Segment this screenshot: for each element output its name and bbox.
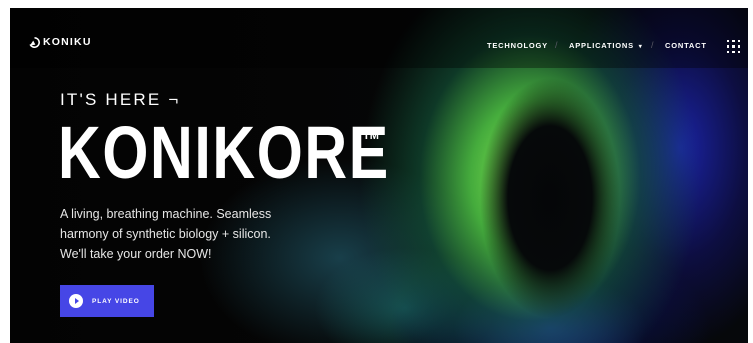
tagline-line: A living, breathing machine. Seamless: [60, 207, 272, 221]
grid-dots-icon[interactable]: [727, 40, 741, 54]
nav-applications-label: APPLICATIONS: [569, 41, 634, 50]
main-nav: TECHNOLOGY / APPLICATIONS ▾ / CONTACT: [10, 40, 748, 55]
play-video-label: PLAY VIDEO: [92, 297, 140, 305]
hero-headline: KONIKORE: [58, 111, 390, 194]
tagline-line: harmony of synthetic biology + silicon.: [60, 227, 271, 241]
hero-section: KONIKU TECHNOLOGY / APPLICATIONS ▾ / CON…: [10, 8, 748, 343]
nav-contact[interactable]: CONTACT: [665, 41, 707, 50]
hero-tagline: A living, breathing machine. Seamless ha…: [60, 204, 350, 264]
trademark-mark: TM: [363, 130, 379, 142]
nav-technology[interactable]: TECHNOLOGY: [487, 41, 548, 50]
play-icon: [69, 294, 83, 308]
nav-separator: /: [651, 40, 654, 50]
top-navigation-bar: KONIKU TECHNOLOGY / APPLICATIONS ▾ / CON…: [10, 8, 748, 68]
nav-applications[interactable]: APPLICATIONS ▾: [569, 41, 643, 50]
chevron-down-icon: ▾: [638, 44, 643, 50]
nav-separator: /: [555, 40, 558, 50]
play-video-button[interactable]: PLAY VIDEO: [60, 285, 154, 317]
tagline-line: We'll take your order NOW!: [60, 247, 212, 261]
hero-eyebrow: IT'S HERE ¬: [60, 90, 181, 109]
